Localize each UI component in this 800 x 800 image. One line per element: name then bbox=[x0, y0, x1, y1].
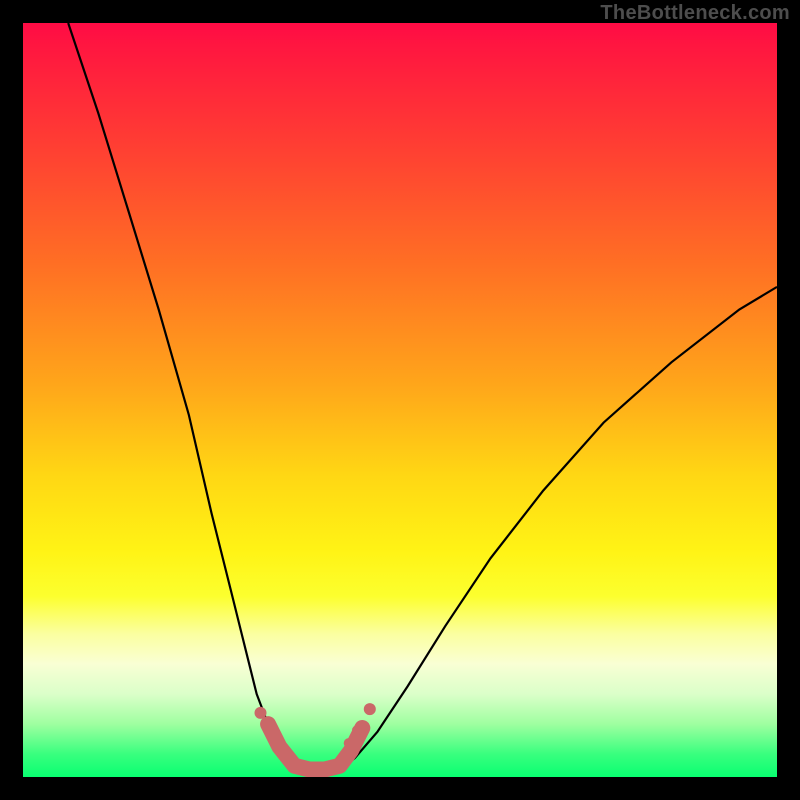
chart-svg bbox=[23, 23, 777, 777]
valley-dot bbox=[352, 725, 362, 735]
curve-left-branch bbox=[68, 23, 302, 770]
valley-dot bbox=[255, 707, 267, 719]
chart-frame bbox=[23, 23, 777, 777]
valley-dot bbox=[344, 738, 354, 748]
curve-right-branch bbox=[340, 287, 777, 770]
valley-dot bbox=[364, 703, 376, 715]
watermark-text: TheBottleneck.com bbox=[600, 2, 790, 25]
